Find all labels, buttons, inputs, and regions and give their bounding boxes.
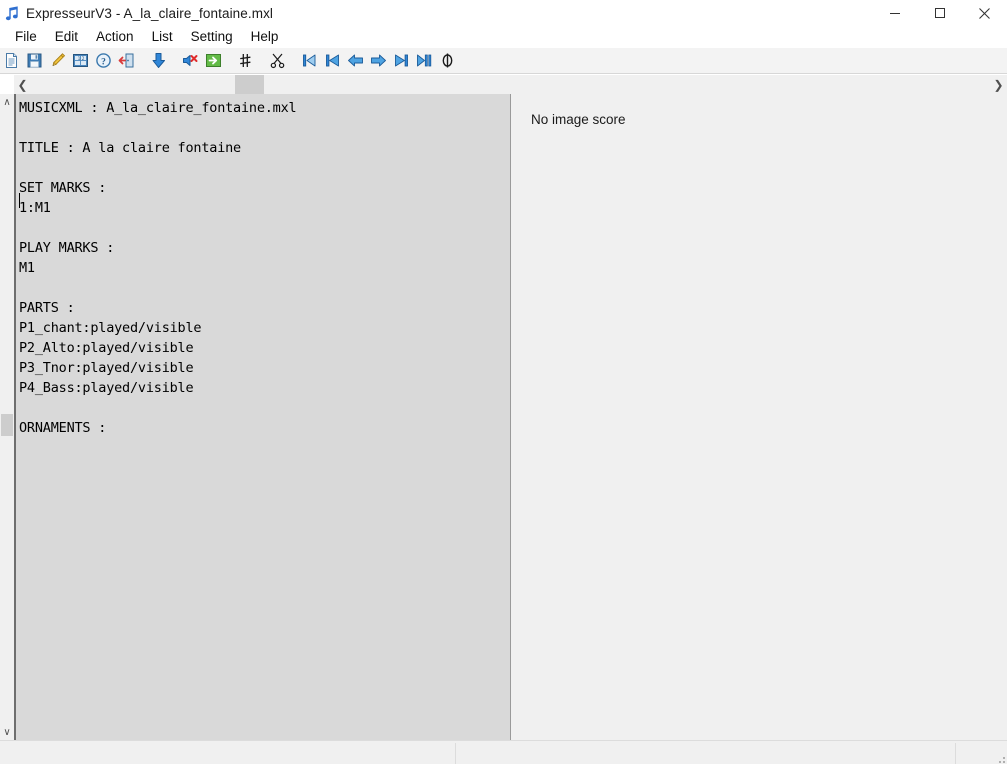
forward-arrow-icon[interactable] [367, 49, 390, 73]
table-grid-icon[interactable]: 1 2 [69, 49, 92, 73]
status-cell-1 [0, 743, 455, 764]
resize-grip[interactable] [995, 753, 1005, 763]
save-icon[interactable] [23, 49, 46, 73]
music-note-icon [0, 0, 24, 26]
back-arrow-icon[interactable] [344, 49, 367, 73]
previous-track-icon[interactable] [321, 49, 344, 73]
vertical-scroll-thumb[interactable] [1, 414, 13, 436]
down-arrow-icon[interactable] [147, 49, 170, 73]
scroll-down-icon[interactable]: ∨ [0, 724, 14, 740]
status-cell-2 [455, 743, 955, 764]
editor-content[interactable]: MUSICXML : A_la_claire_fontaine.mxl TITL… [16, 94, 510, 438]
menu-item-file[interactable]: File [6, 27, 46, 47]
title-bar: ExpresseurV3 - A_la_claire_fontaine.mxl [0, 0, 1007, 26]
menu-item-edit[interactable]: Edit [46, 27, 87, 47]
svg-text:1: 1 [78, 56, 81, 62]
score-image-panel[interactable]: No image score [511, 94, 1007, 740]
toolbar: 1 2 ? [0, 48, 1007, 74]
menu-item-help[interactable]: Help [242, 27, 288, 47]
exit-door-icon[interactable] [115, 49, 138, 73]
new-document-icon[interactable] [0, 49, 23, 73]
sharp-sign-icon[interactable] [234, 49, 257, 73]
vertical-scrollbar[interactable]: ∧ ∨ [0, 94, 14, 740]
menu-bar: File Edit Action List Setting Help [0, 26, 1007, 48]
menu-item-list[interactable]: List [143, 27, 182, 47]
menu-item-action[interactable]: Action [87, 27, 143, 47]
scissors-icon[interactable] [266, 49, 289, 73]
skip-to-start-icon[interactable] [298, 49, 321, 73]
edit-pencil-icon[interactable] [46, 49, 69, 73]
status-bar [0, 740, 1007, 764]
scroll-left-icon[interactable]: ❮ [14, 75, 31, 94]
menu-item-setting[interactable]: Setting [182, 27, 242, 47]
scroll-right-icon[interactable]: ❯ [990, 75, 1007, 94]
close-button[interactable] [962, 0, 1007, 26]
maximize-button[interactable] [917, 0, 962, 26]
skip-to-end-icon[interactable] [413, 49, 436, 73]
minimize-button[interactable] [872, 0, 917, 26]
no-image-score-label: No image score [531, 112, 626, 127]
window-controls [872, 0, 1007, 26]
help-question-icon[interactable]: ? [92, 49, 115, 73]
text-caret [19, 193, 20, 208]
mute-speaker-icon[interactable] [179, 49, 202, 73]
horizontal-scrollbar[interactable]: ❮ ❯ [14, 75, 1007, 94]
svg-text:2: 2 [82, 56, 85, 62]
theta-circle-icon[interactable] [436, 49, 459, 73]
horizontal-scroll-thumb[interactable] [235, 75, 264, 94]
main-content: ∧ ∨ MUSICXML : A_la_claire_fontaine.mxl … [0, 94, 1007, 740]
svg-text:?: ? [101, 57, 106, 67]
green-export-arrow-icon[interactable] [202, 49, 225, 73]
horizontal-scroll-track[interactable] [31, 75, 990, 94]
text-editor-panel[interactable]: MUSICXML : A_la_claire_fontaine.mxl TITL… [14, 94, 511, 740]
window-title: ExpresseurV3 - A_la_claire_fontaine.mxl [26, 6, 273, 21]
scroll-up-icon[interactable]: ∧ [0, 94, 14, 110]
next-track-icon[interactable] [390, 49, 413, 73]
